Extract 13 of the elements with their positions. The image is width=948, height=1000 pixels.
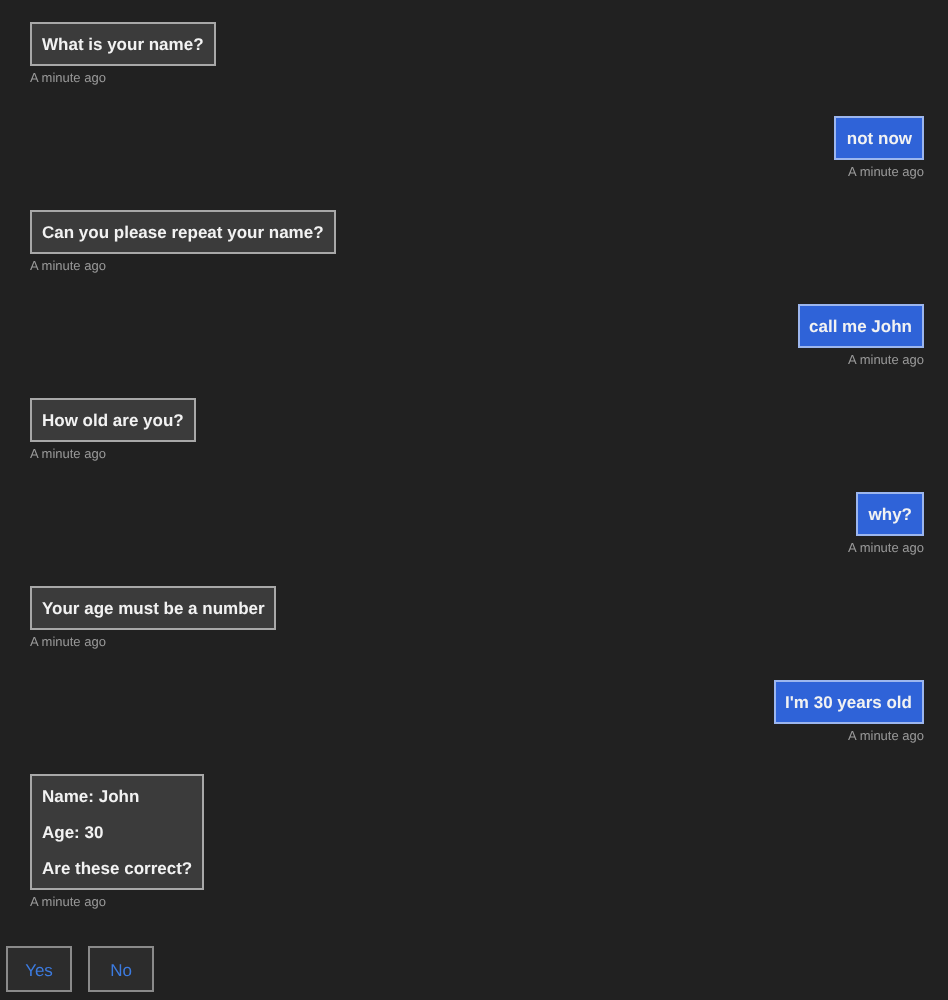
- message-text: Age: 30: [42, 822, 106, 842]
- message-text: not now: [846, 128, 912, 148]
- reply-button[interactable]: No: [88, 946, 154, 992]
- reply-button[interactable]: Yes: [6, 946, 72, 992]
- message-text: Are these correct?: [42, 858, 193, 878]
- message-text: Can you please repeat your name?: [42, 222, 324, 242]
- message-text: call me John: [809, 316, 912, 336]
- message-text: why?: [868, 504, 912, 524]
- message-text: I'm 30 years old: [785, 692, 912, 712]
- message-text: Your age must be a number: [42, 598, 265, 618]
- message-text: What is your name?: [42, 34, 204, 54]
- message-text: How old are you?: [42, 410, 184, 430]
- message-text: Name: John: [42, 786, 142, 806]
